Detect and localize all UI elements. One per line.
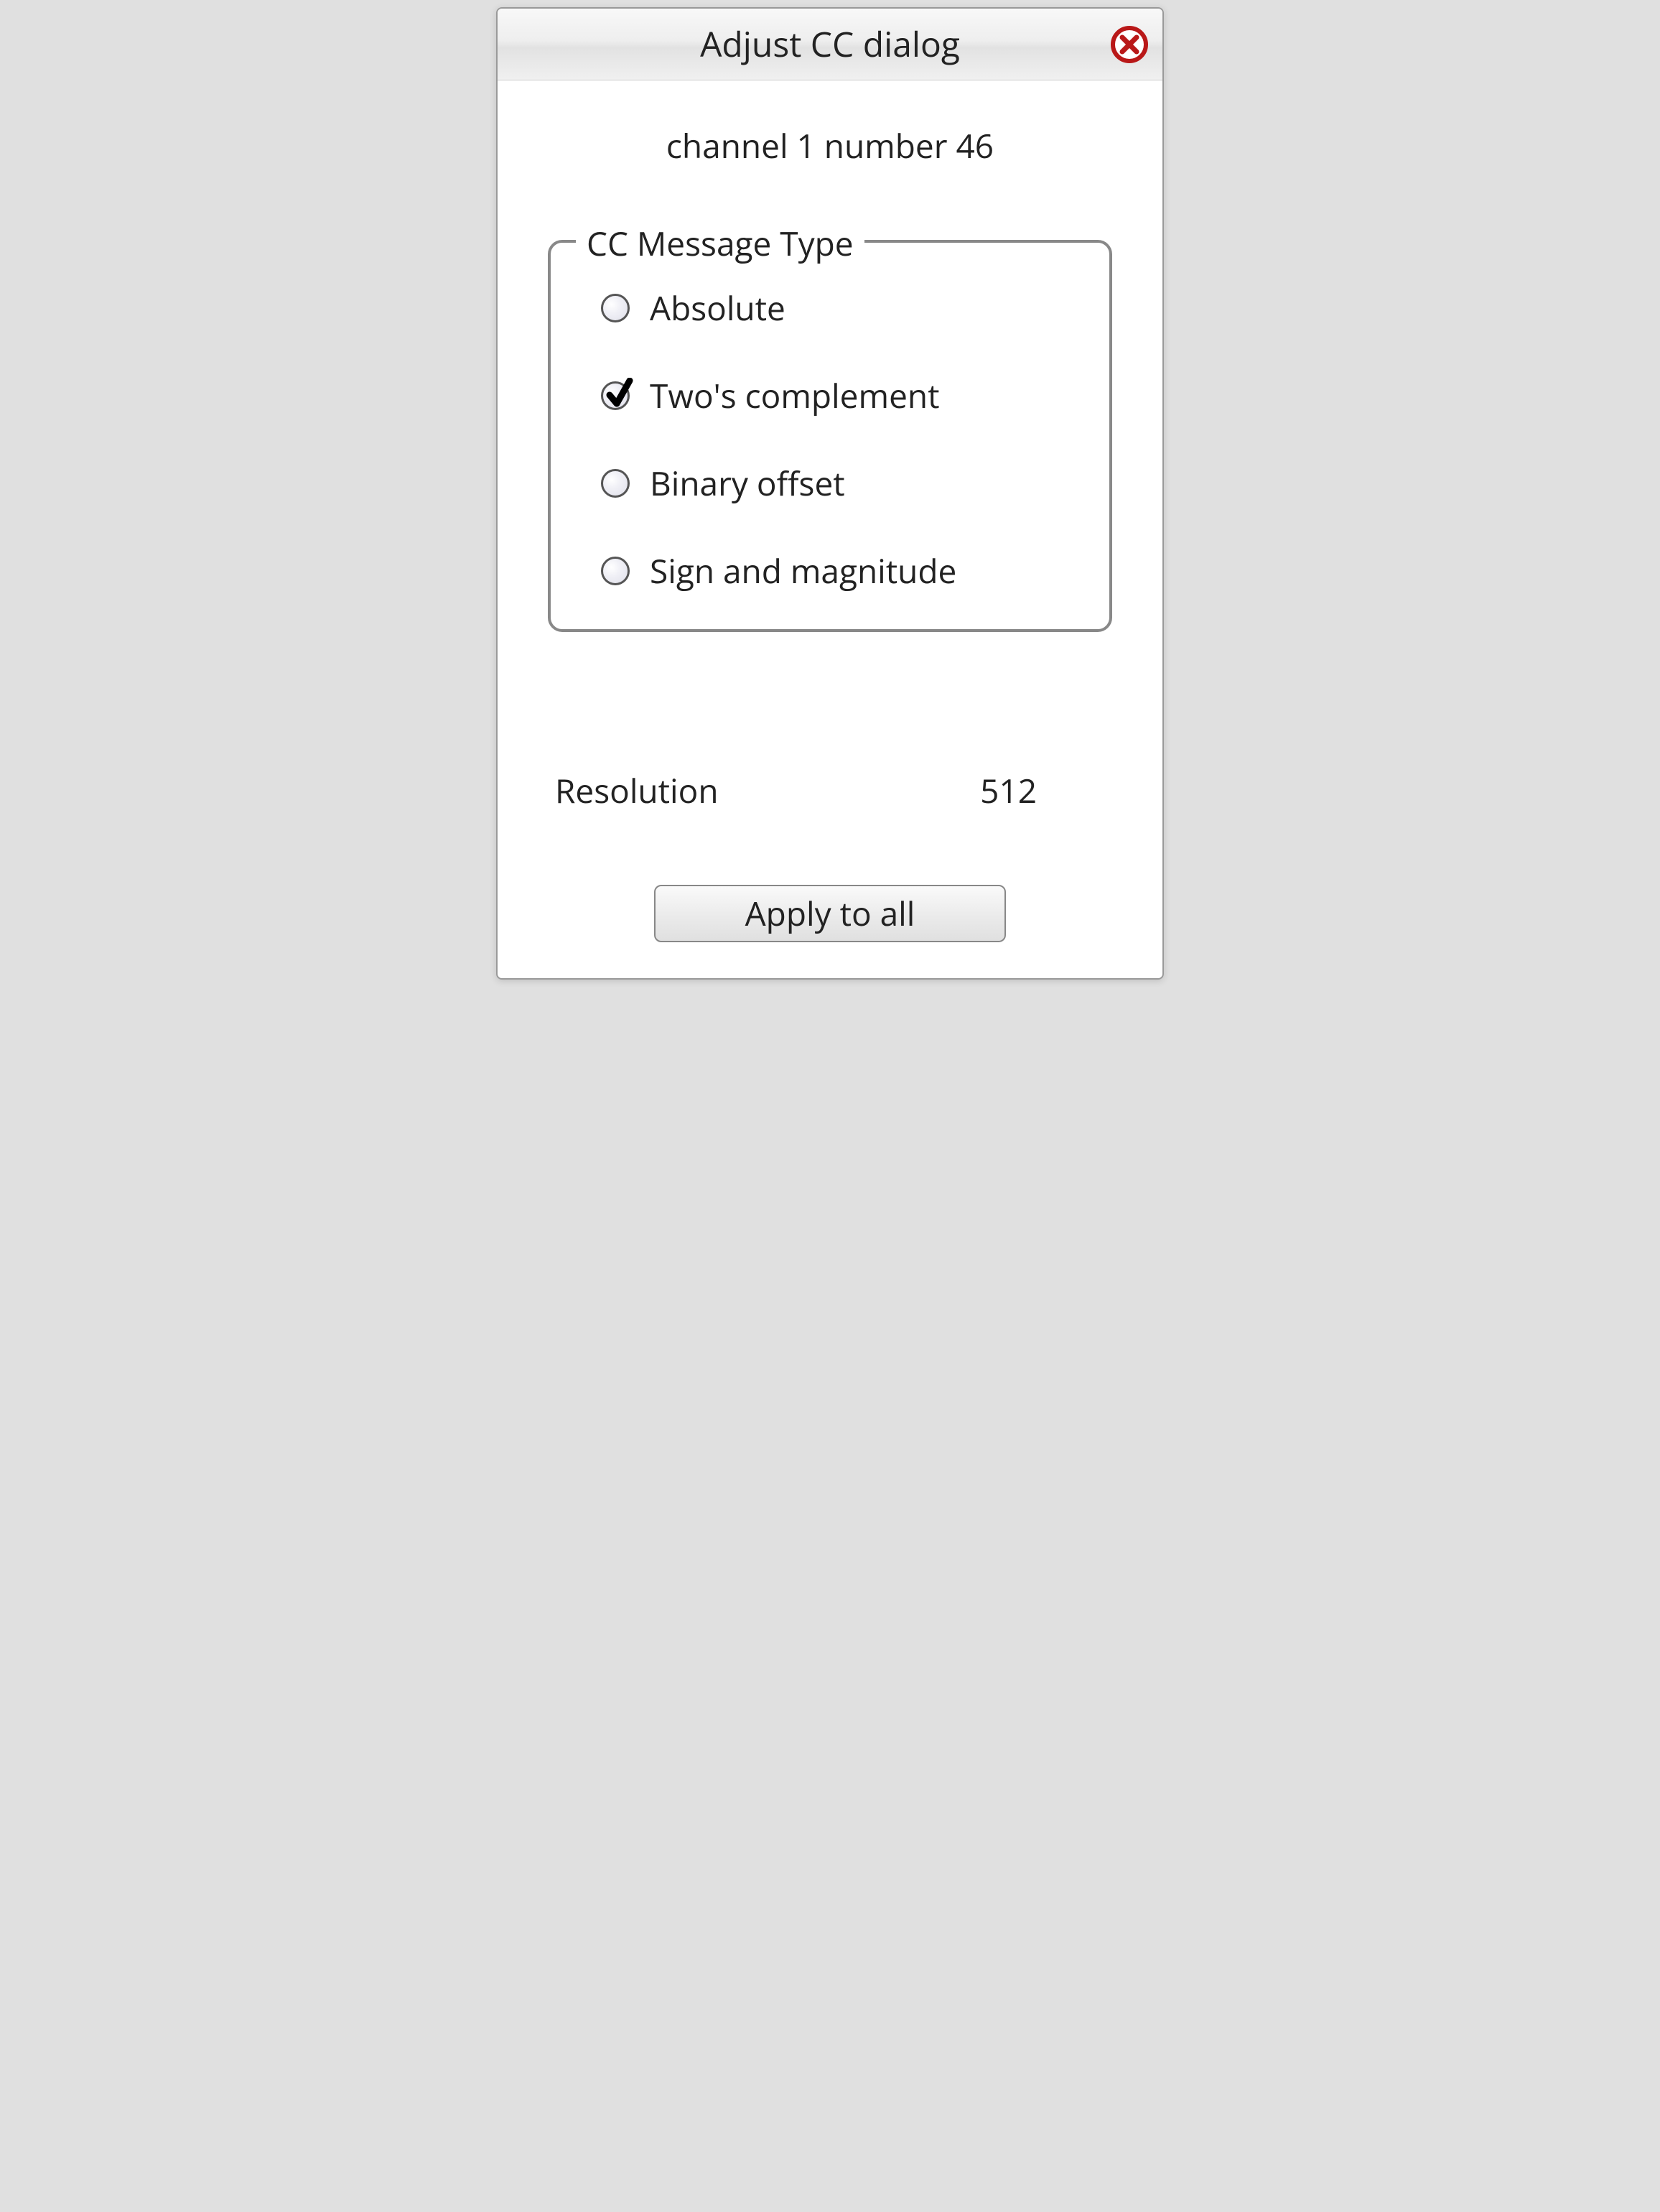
- radio-circle-icon: [601, 381, 630, 410]
- resolution-label: Resolution: [555, 768, 719, 813]
- resolution-row: Resolution 512: [541, 768, 1119, 813]
- radio-label: Two's complement: [650, 373, 940, 418]
- radio-circle-icon: [601, 557, 630, 585]
- close-icon: [1111, 26, 1148, 63]
- radio-label: Binary offset: [650, 461, 845, 506]
- dialog-body: channel 1 number 46 CC Message Type Abso…: [498, 80, 1162, 978]
- radio-binary-offset[interactable]: Binary offset: [601, 461, 1073, 506]
- radio-sign-magnitude[interactable]: Sign and magnitude: [601, 549, 1073, 593]
- fieldset-legend: CC Message Type: [576, 221, 864, 266]
- resolution-value[interactable]: 512: [980, 768, 1037, 813]
- channel-info: channel 1 number 46: [541, 124, 1119, 168]
- radio-circle-icon: [601, 294, 630, 322]
- checkmark-icon: [605, 378, 634, 409]
- dialog-titlebar: Adjust CC dialog: [498, 9, 1162, 80]
- radio-label: Absolute: [650, 286, 785, 330]
- radio-group: Absolute Two's complement Binary offset: [601, 286, 1073, 593]
- radio-absolute[interactable]: Absolute: [601, 286, 1073, 330]
- radio-label: Sign and magnitude: [650, 549, 956, 593]
- adjust-cc-dialog: Adjust CC dialog channel 1 number 46 CC …: [496, 7, 1164, 980]
- close-button[interactable]: [1111, 26, 1148, 63]
- radio-circle-icon: [601, 469, 630, 498]
- dialog-title: Adjust CC dialog: [700, 21, 960, 68]
- radio-twos-complement[interactable]: Two's complement: [601, 373, 1073, 418]
- cc-message-type-fieldset: CC Message Type Absolute Two's complemen…: [548, 240, 1112, 632]
- apply-to-all-button[interactable]: Apply to all: [654, 885, 1006, 942]
